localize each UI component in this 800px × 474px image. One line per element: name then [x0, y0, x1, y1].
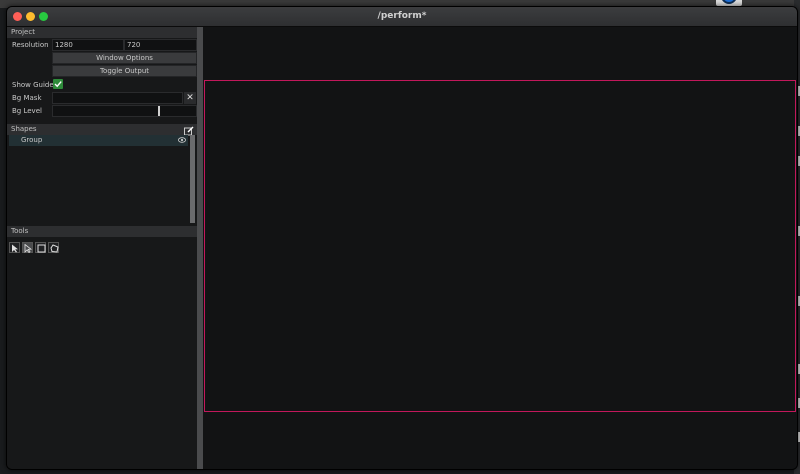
- shape-item-label: Group: [21, 136, 43, 144]
- resolution-height-input[interactable]: 720: [124, 39, 197, 51]
- close-icon: ✕: [186, 93, 194, 103]
- bg-mask-label: Bg Mask: [12, 94, 42, 102]
- toggle-output-button[interactable]: Toggle Output: [52, 65, 197, 77]
- list-item[interactable]: Group: [9, 135, 188, 146]
- tools-section-header: Tools: [7, 226, 197, 237]
- bg-level-label: Bg Level: [12, 107, 42, 115]
- pointer-arrow-icon: [12, 244, 18, 253]
- shapes-list[interactable]: Group: [7, 135, 188, 223]
- project-section-header: Project: [7, 27, 197, 38]
- bg-level-slider-handle[interactable]: [157, 106, 160, 116]
- eye-icon[interactable]: [178, 137, 186, 143]
- title-bar[interactable]: /perform*: [7, 7, 797, 27]
- node-select-tool-button[interactable]: [22, 242, 33, 253]
- show-guides-label: Show Guides: [12, 81, 58, 89]
- polygon-icon: [50, 244, 59, 253]
- checkmark-icon: [54, 81, 62, 88]
- canvas-area[interactable]: [203, 27, 797, 469]
- pointer-tool-button[interactable]: [9, 242, 20, 253]
- window-title: /perform*: [377, 11, 427, 21]
- output-guide-frame: [204, 80, 796, 412]
- bg-mask-field[interactable]: [52, 92, 183, 104]
- rectangle-icon: [37, 244, 46, 253]
- resolution-label: Resolution: [12, 41, 49, 49]
- node-select-icon: [24, 244, 33, 253]
- polygon-tool-button[interactable]: [48, 242, 59, 253]
- rectangle-tool-button[interactable]: [35, 242, 46, 253]
- clear-mask-button[interactable]: ✕: [184, 92, 196, 104]
- resolution-width-input[interactable]: 1280: [52, 39, 124, 51]
- shapes-scrollbar-thumb[interactable]: [190, 135, 195, 223]
- app-window: /perform* Project Resolution 1280 720 Wi…: [6, 6, 798, 470]
- left-panel: Project Resolution 1280 720 Window Optio…: [7, 27, 197, 469]
- shapes-section-header: Shapes: [7, 124, 197, 135]
- window-options-button[interactable]: Window Options: [52, 52, 197, 64]
- show-guides-checkbox[interactable]: [53, 79, 63, 89]
- bg-level-slider[interactable]: [52, 105, 197, 117]
